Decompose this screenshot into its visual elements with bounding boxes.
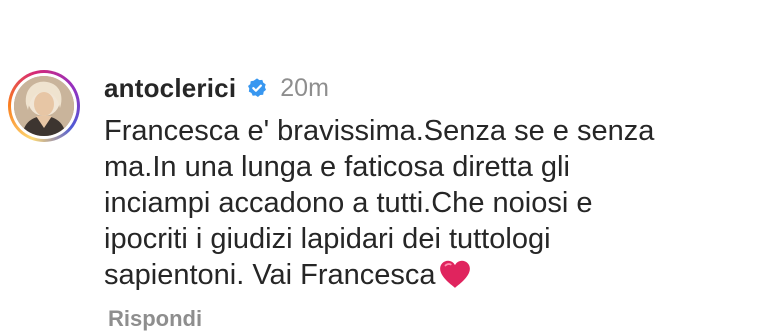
username-link[interactable]: antoclerici xyxy=(104,73,236,104)
avatar-portrait-icon xyxy=(14,76,74,136)
comment-line: Francesca e' bravissima.Senza se e senza xyxy=(104,115,655,147)
verified-badge-icon xyxy=(248,78,267,97)
comment-line: ma.In una lunga e faticosa diretta gli xyxy=(104,151,570,183)
avatar[interactable] xyxy=(8,70,80,142)
avatar-border xyxy=(11,73,77,139)
comment-line-last: sapientoni. Vai Francesca xyxy=(104,257,754,293)
comment-header: antoclerici 20m xyxy=(104,68,329,108)
comment-text: Francesca e' bravissima.Senza se e senza… xyxy=(104,113,754,293)
comment-line-text: sapientoni. Vai Francesca xyxy=(104,259,436,291)
avatar-photo xyxy=(14,76,74,136)
comment-line: inciampi accadono a tutti.Che noiosi e xyxy=(104,187,593,219)
reply-button[interactable]: Rispondi xyxy=(108,306,202,332)
comment-line: ipocriti i giudizi lapidari dei tuttolog… xyxy=(104,223,551,255)
timestamp: 20m xyxy=(280,73,329,102)
comment: antoclerici 20m Francesca e' bravissima.… xyxy=(0,0,767,336)
heart-icon xyxy=(439,260,470,288)
